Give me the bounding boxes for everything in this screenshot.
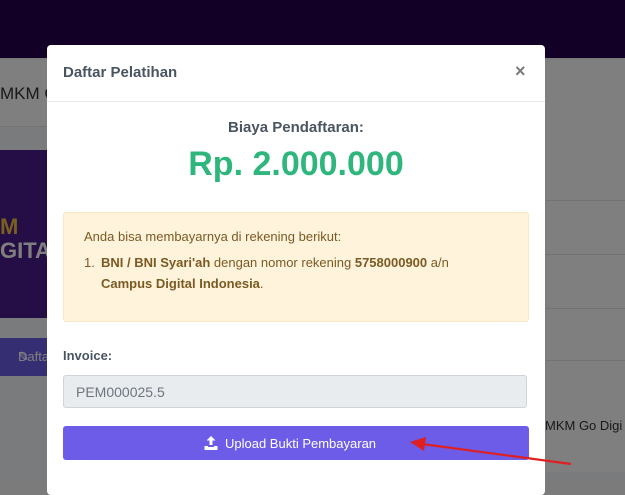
upload-button-label: Upload Bukti Pembayaran <box>225 436 377 451</box>
fee-amount: Rp. 2.000.000 <box>188 145 404 183</box>
account-holder-line: Campus Digital Indonesia. <box>101 273 264 294</box>
bank-account-line: BNI / BNI Syari'ah dengan nomor rekening… <box>101 252 449 273</box>
account-holder: Campus Digital Indonesia <box>101 276 260 291</box>
fee-label: Biaya Pendaftaran: <box>228 119 364 136</box>
close-icon[interactable]: × <box>515 61 526 82</box>
bank-name: BNI / BNI Syari'ah <box>101 255 211 270</box>
modal-title: Daftar Pelatihan <box>63 64 178 81</box>
list-number: 1. <box>84 255 95 270</box>
invoice-field[interactable] <box>63 375 527 408</box>
invoice-label: Invoice: <box>63 348 113 363</box>
modal-header: Daftar Pelatihan × <box>47 45 545 102</box>
upload-icon <box>204 436 218 450</box>
account-number: 5758000900 <box>354 255 428 270</box>
account-text: dengan nomor rekening <box>210 255 355 270</box>
account-an: a/n <box>427 255 449 270</box>
register-modal: Daftar Pelatihan × Biaya Pendaftaran: Rp… <box>47 45 545 495</box>
upload-payment-proof-button[interactable]: Upload Bukti Pembayaran <box>63 426 529 460</box>
period: . <box>259 276 264 291</box>
payment-info-alert: Anda bisa membayarnya di rekening beriku… <box>63 212 529 322</box>
payment-intro: Anda bisa membayarnya di rekening beriku… <box>84 229 342 244</box>
